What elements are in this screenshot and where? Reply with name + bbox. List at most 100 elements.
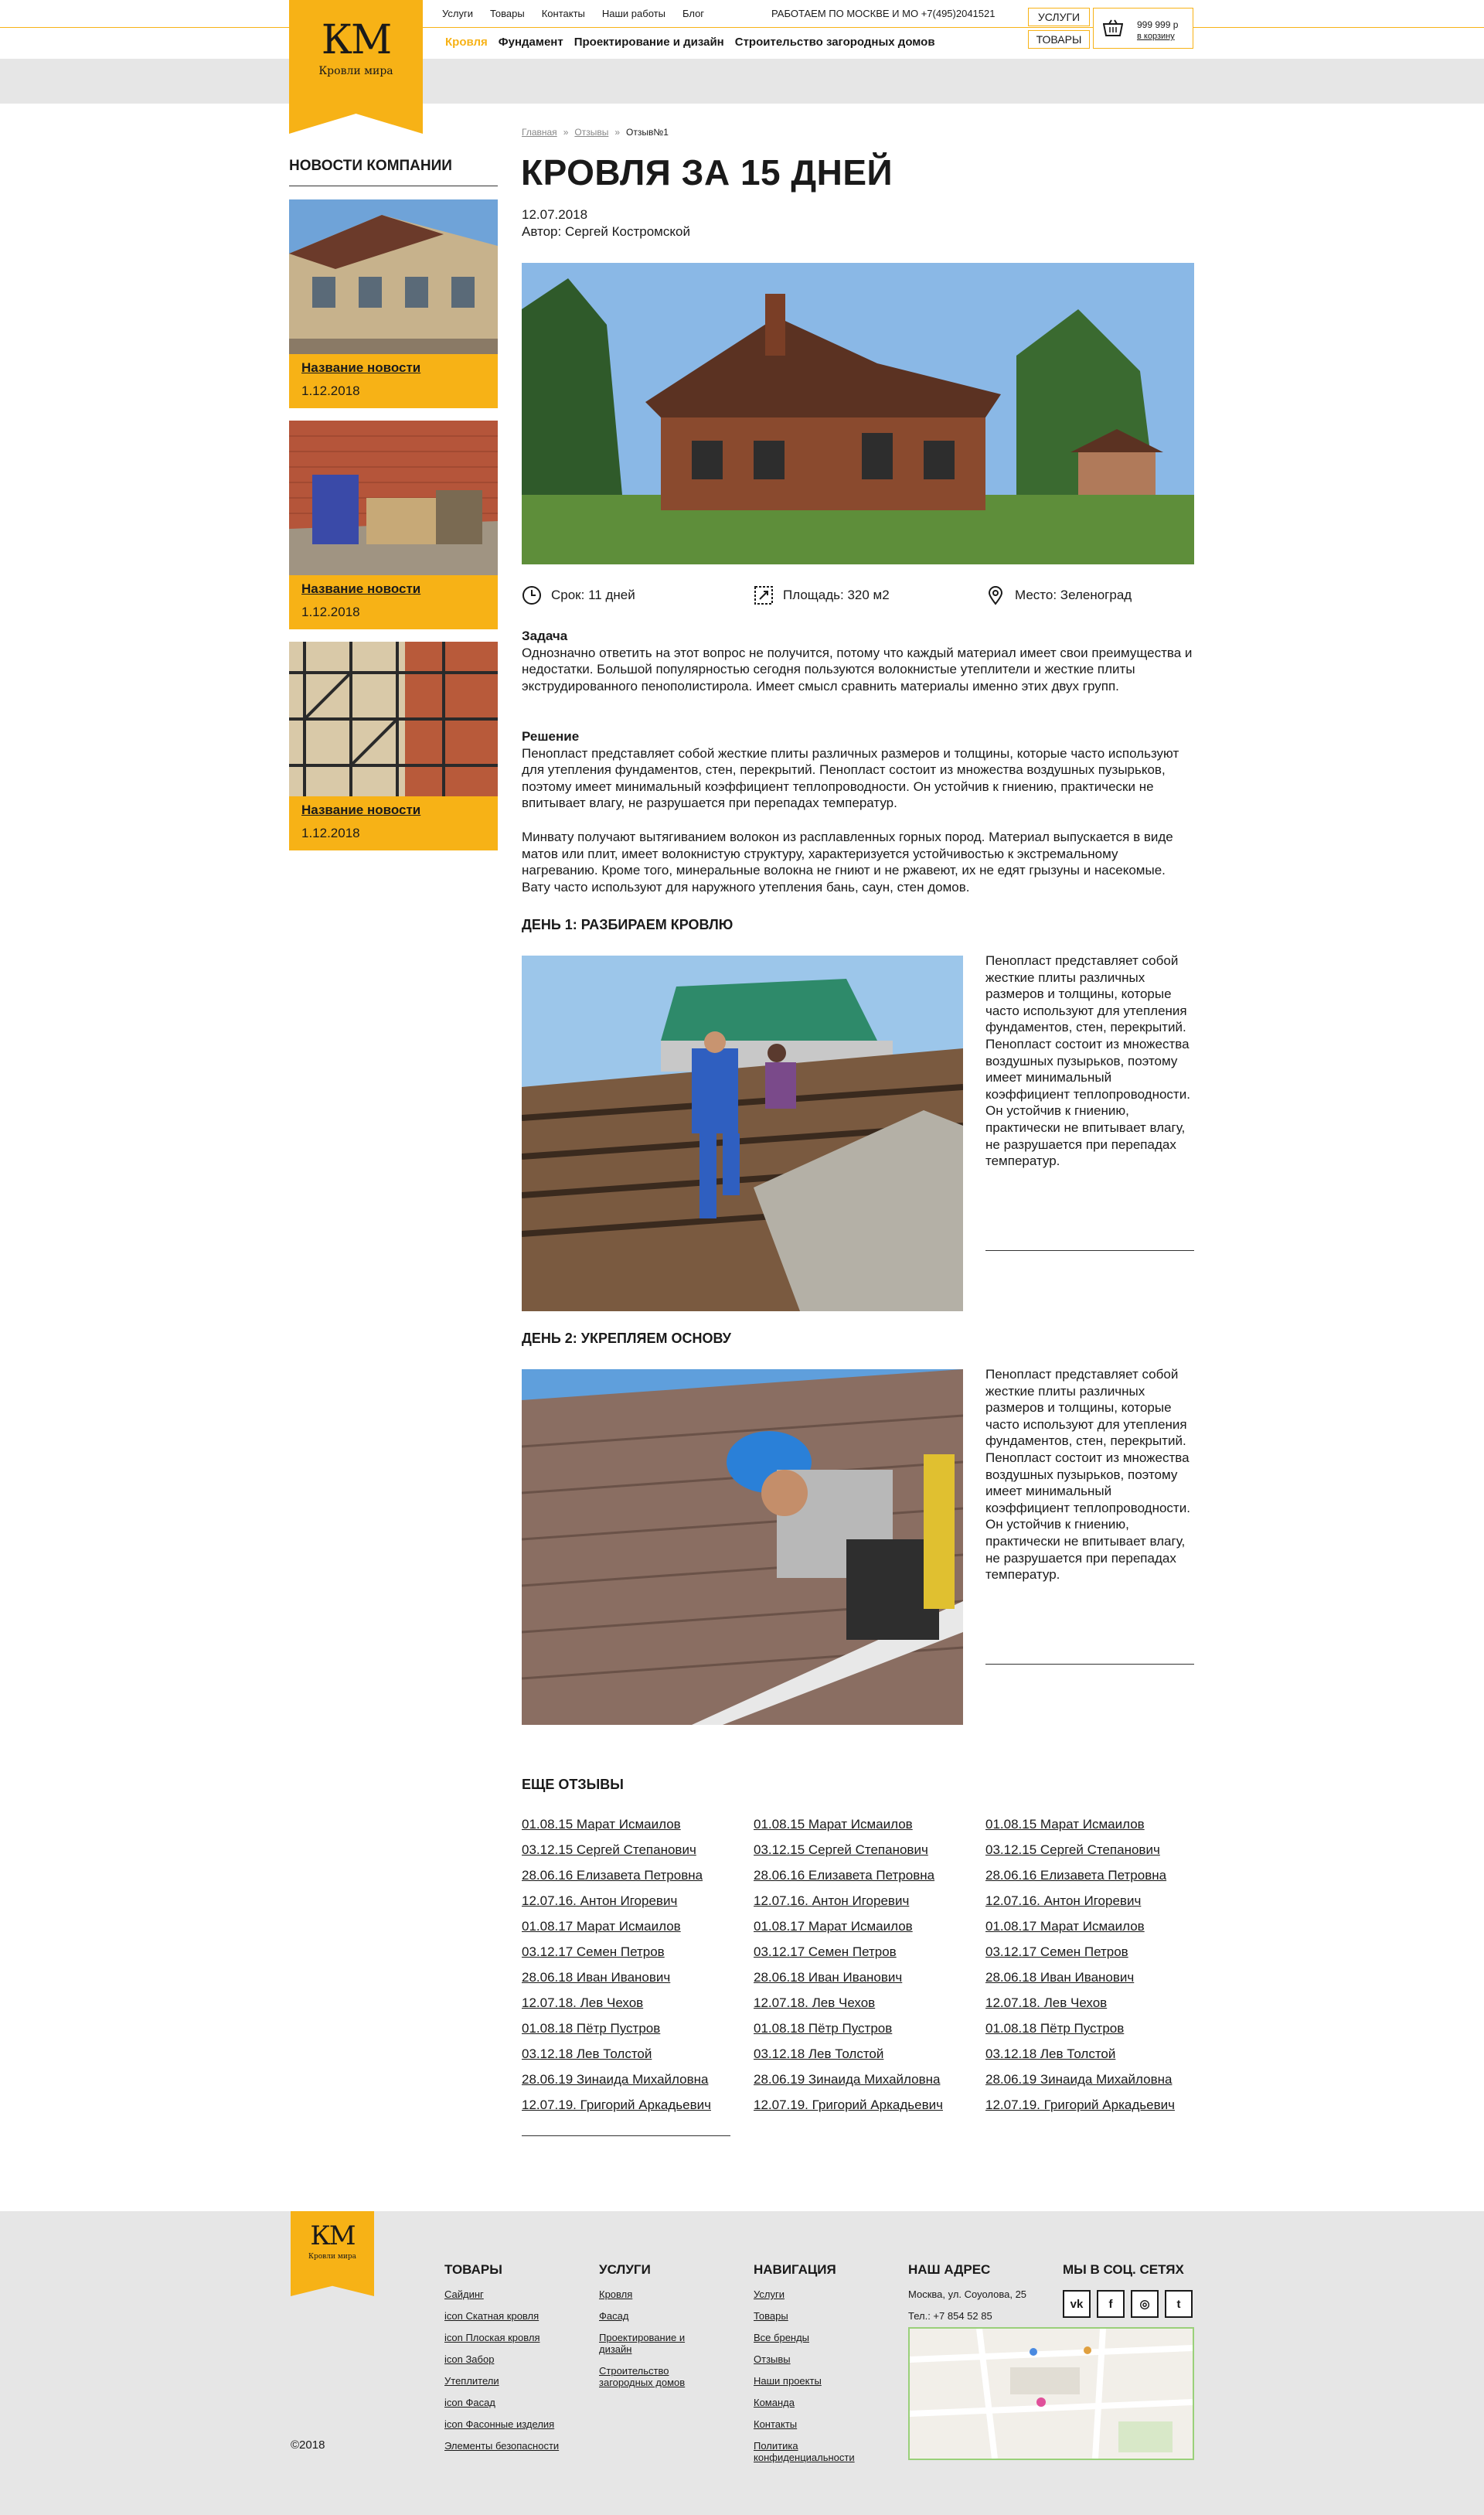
review-link[interactable]: 01.08.18 Пётр Пустров bbox=[754, 2016, 970, 2041]
mainnav-foundation[interactable]: Фундамент bbox=[499, 36, 563, 49]
review-link[interactable]: 01.08.15 Марат Исмаилов bbox=[754, 1811, 970, 1837]
services-button[interactable]: УСЛУГИ bbox=[1028, 8, 1090, 26]
footer-link[interactable]: icon Фасад bbox=[444, 2397, 559, 2408]
breadcrumb-home[interactable]: Главная bbox=[522, 127, 557, 138]
footer-link[interactable]: Контакты bbox=[754, 2418, 870, 2430]
review-link[interactable]: 28.06.16 Елизавета Петровна bbox=[754, 1862, 970, 1888]
cart-price: 999 999 р bbox=[1137, 19, 1179, 30]
review-link[interactable]: 28.06.19 Зинаида Михайловна bbox=[985, 2067, 1202, 2092]
review-link[interactable]: 03.12.17 Семен Петров bbox=[985, 1939, 1202, 1965]
footer-link[interactable]: Фасад bbox=[599, 2310, 707, 2322]
review-link[interactable]: 28.06.16 Елизавета Петровна bbox=[522, 1862, 738, 1888]
site-logo[interactable]: КМ Кровли мира bbox=[289, 0, 423, 134]
footer-link[interactable]: Наши проекты bbox=[754, 2375, 870, 2387]
news-title[interactable]: Название новости bbox=[301, 803, 485, 818]
header-phone[interactable]: РАБОТАЕМ ПО МОСКВЕ И МО +7(495)2041521 bbox=[771, 8, 995, 19]
review-link[interactable]: 01.08.17 Марат Исмаилов bbox=[754, 1914, 970, 1939]
footer-link[interactable]: Кровля bbox=[599, 2288, 707, 2300]
review-link[interactable]: 12.07.18. Лев Чехов bbox=[985, 1990, 1202, 2016]
vk-icon[interactable]: vk bbox=[1063, 2290, 1091, 2318]
review-link[interactable]: 12.07.18. Лев Чехов bbox=[754, 1990, 970, 2016]
news-image[interactable] bbox=[289, 199, 498, 354]
footer-link[interactable]: icon Фасонные изделия bbox=[444, 2418, 559, 2430]
footer-link[interactable]: Проектирование и дизайн bbox=[599, 2332, 707, 2355]
topnav-services[interactable]: Услуги bbox=[442, 8, 473, 19]
news-title[interactable]: Название новости bbox=[301, 581, 485, 597]
review-link[interactable]: 01.08.15 Марат Исмаилов bbox=[985, 1811, 1202, 1837]
mainnav-construction[interactable]: Строительство загородных домов bbox=[735, 36, 935, 49]
topnav-works[interactable]: Наши работы bbox=[602, 8, 665, 19]
footer-link[interactable]: icon Скатная кровля bbox=[444, 2310, 559, 2322]
cart-widget[interactable]: 999 999 р в корзину bbox=[1093, 8, 1193, 49]
footer-link[interactable]: Элементы безопасности bbox=[444, 2440, 559, 2452]
footer-link[interactable]: Все бренды bbox=[754, 2332, 870, 2343]
review-link[interactable]: 03.12.18 Лев Толстой bbox=[522, 2041, 738, 2067]
mainnav-roofing[interactable]: Кровля bbox=[445, 36, 488, 49]
cart-link[interactable]: в корзину bbox=[1137, 32, 1175, 41]
news-card[interactable]: Название новости 1.12.2018 bbox=[289, 421, 498, 629]
review-link[interactable]: 01.08.17 Марат Исмаилов bbox=[522, 1914, 738, 1939]
news-image[interactable] bbox=[289, 642, 498, 796]
footer-logo[interactable]: КМ Кровли мира bbox=[291, 2211, 374, 2296]
instagram-icon[interactable]: ◎ bbox=[1131, 2290, 1159, 2318]
footer-link[interactable]: Строительство загородных домов bbox=[599, 2365, 707, 2388]
footer-phone[interactable]: Тел.: +7 854 52 85 bbox=[908, 2310, 1026, 2322]
review-link[interactable]: 28.06.19 Зинаида Михайловна bbox=[754, 2067, 970, 2092]
review-link[interactable]: 03.12.18 Лев Толстой bbox=[754, 2041, 970, 2067]
review-link[interactable]: 28.06.18 Иван Иванович bbox=[754, 1965, 970, 1990]
location-map[interactable] bbox=[908, 2327, 1194, 2460]
footer-link[interactable]: Утеплители bbox=[444, 2375, 559, 2387]
day1-text: Пенопласт представляет собой жесткие пли… bbox=[985, 953, 1190, 1169]
review-link[interactable]: 12.07.16. Антон Игоревич bbox=[522, 1888, 738, 1914]
topnav-goods[interactable]: Товары bbox=[490, 8, 525, 19]
review-link[interactable]: 28.06.16 Елизавета Петровна bbox=[985, 1862, 1202, 1888]
breadcrumb-reviews[interactable]: Отзывы bbox=[574, 127, 608, 138]
review-link[interactable]: 01.08.17 Марат Исмаилов bbox=[985, 1914, 1202, 1939]
footer-link[interactable]: Сайдинг bbox=[444, 2288, 559, 2300]
mainnav-design[interactable]: Проектирование и дизайн bbox=[574, 36, 724, 49]
review-link[interactable]: 03.12.15 Сергей Степанович bbox=[985, 1837, 1202, 1862]
news-title[interactable]: Название новости bbox=[301, 360, 485, 376]
footer-link[interactable]: icon Плоская кровля bbox=[444, 2332, 559, 2343]
review-link[interactable]: 01.08.15 Марат Исмаилов bbox=[522, 1811, 738, 1837]
facebook-icon[interactable]: f bbox=[1097, 2290, 1125, 2318]
review-link[interactable]: 03.12.17 Семен Петров bbox=[522, 1939, 738, 1965]
day1-divider bbox=[985, 1250, 1194, 1251]
topnav-contacts[interactable]: Контакты bbox=[542, 8, 585, 19]
hero-image bbox=[522, 263, 1194, 564]
review-link[interactable]: 12.07.16. Антон Игоревич bbox=[985, 1888, 1202, 1914]
footer-link[interactable]: Услуги bbox=[754, 2288, 870, 2300]
review-link[interactable]: 12.07.19. Григорий Аркадьевич bbox=[754, 2092, 970, 2118]
footer-address-title: НАШ АДРЕС bbox=[908, 2262, 991, 2277]
goods-button[interactable]: ТОВАРЫ bbox=[1028, 30, 1090, 49]
breadcrumb-separator: » bbox=[563, 127, 569, 138]
review-link[interactable]: 12.07.18. Лев Чехов bbox=[522, 1990, 738, 2016]
footer-logo-text: Кровли мира bbox=[308, 2253, 356, 2261]
footer-link[interactable]: Отзывы bbox=[754, 2353, 870, 2365]
review-link[interactable]: 01.08.18 Пётр Пустров bbox=[522, 2016, 738, 2041]
news-date: 1.12.2018 bbox=[301, 383, 360, 398]
footer-link[interactable]: Политика конфиденциальности bbox=[754, 2440, 870, 2463]
review-link[interactable]: 03.12.15 Сергей Степанович bbox=[754, 1837, 970, 1862]
review-link[interactable]: 12.07.19. Григорий Аркадьевич bbox=[522, 2092, 738, 2118]
news-image[interactable] bbox=[289, 421, 498, 575]
reviews-column: 01.08.15 Марат Исмаилов 03.12.15 Сергей … bbox=[754, 1811, 970, 2118]
topnav-blog[interactable]: Блог bbox=[682, 8, 704, 19]
footer-link[interactable]: Команда bbox=[754, 2397, 870, 2408]
news-card[interactable]: Название новости 1.12.2018 bbox=[289, 642, 498, 850]
review-link[interactable]: 12.07.16. Антон Игоревич bbox=[754, 1888, 970, 1914]
review-link[interactable]: 28.06.19 Зинаида Михайловна bbox=[522, 2067, 738, 2092]
review-link[interactable]: 01.08.18 Пётр Пустров bbox=[985, 2016, 1202, 2041]
review-link[interactable]: 28.06.18 Иван Иванович bbox=[522, 1965, 738, 1990]
clock-icon bbox=[522, 586, 541, 605]
main-nav: Кровля Фундамент Проектирование и дизайн… bbox=[445, 36, 935, 49]
footer-link[interactable]: icon Забор bbox=[444, 2353, 559, 2365]
review-link[interactable]: 03.12.18 Лев Толстой bbox=[985, 2041, 1202, 2067]
review-link[interactable]: 03.12.17 Семен Петров bbox=[754, 1939, 970, 1965]
review-link[interactable]: 28.06.18 Иван Иванович bbox=[985, 1965, 1202, 1990]
review-link[interactable]: 03.12.15 Сергей Степанович bbox=[522, 1837, 738, 1862]
twitter-icon[interactable]: t bbox=[1165, 2290, 1193, 2318]
footer-link[interactable]: Товары bbox=[754, 2310, 870, 2322]
review-link[interactable]: 12.07.19. Григорий Аркадьевич bbox=[985, 2092, 1202, 2118]
news-card[interactable]: Название новости 1.12.2018 bbox=[289, 199, 498, 408]
